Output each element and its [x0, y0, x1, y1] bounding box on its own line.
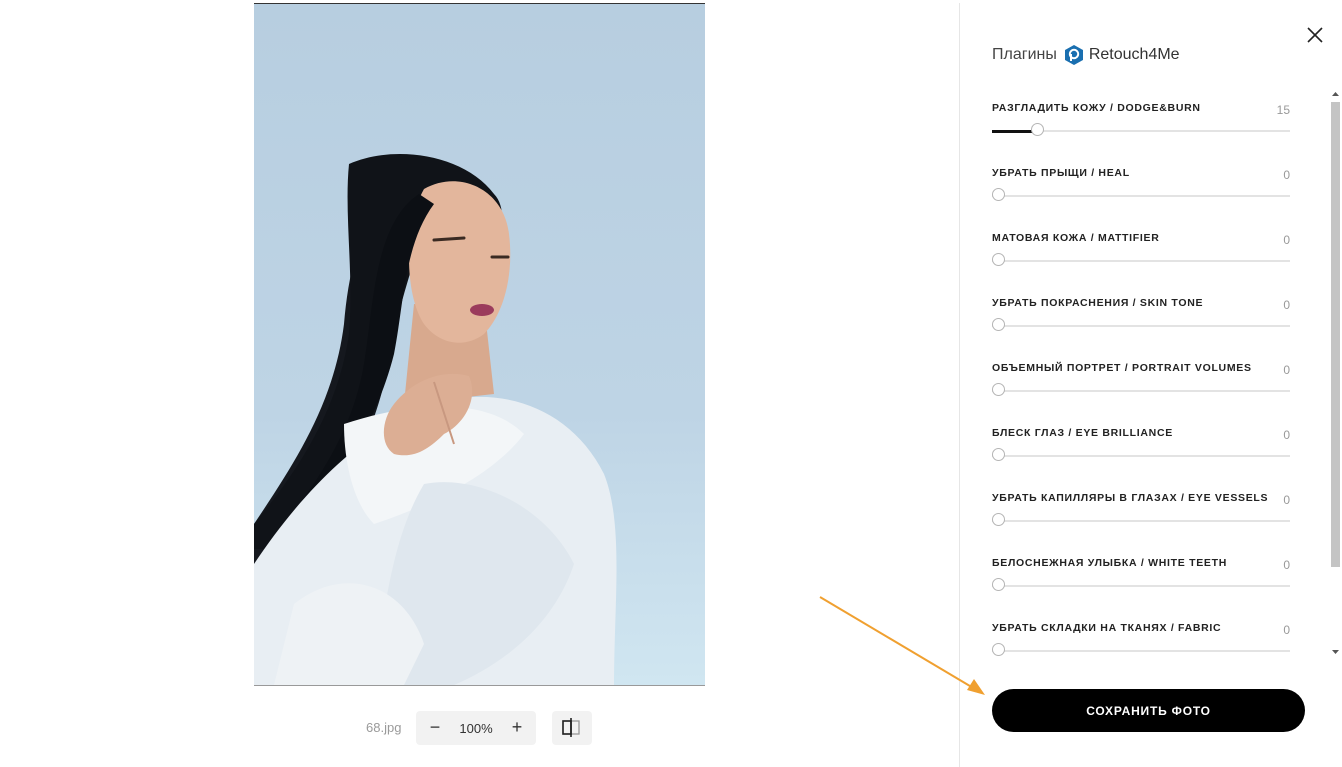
slider-value: 0	[1283, 363, 1290, 377]
slider-label: ОБЪЕМНЫЙ ПОРТРЕТ / PORTRAIT VOLUMES	[992, 362, 1252, 374]
slider-item: ОБЪЕМНЫЙ ПОРТРЕТ / PORTRAIT VOLUMES 0	[992, 356, 1290, 421]
slider-label: БЕЛОСНЕЖНАЯ УЛЫБКА / WHITE TEETH	[992, 557, 1228, 569]
slider-track[interactable]	[992, 188, 1290, 201]
slider-thumb[interactable]	[992, 578, 1005, 591]
scroll-thumb[interactable]	[1331, 102, 1340, 567]
slider-value: 0	[1283, 558, 1290, 572]
compare-button[interactable]	[552, 711, 592, 745]
zoom-level: 100%	[459, 721, 493, 736]
pointer-arrow-icon	[819, 596, 985, 695]
slider-value: 15	[1276, 103, 1290, 117]
slider-label: УБРАТЬ ПОКРАСНЕНИЯ / SKIN TONE	[992, 297, 1204, 309]
slider-item: УБРАТЬ ПОКРАСНЕНИЯ / SKIN TONE 0	[992, 291, 1290, 356]
slider-thumb[interactable]	[1030, 123, 1044, 136]
slider-track[interactable]	[992, 123, 1290, 136]
save-photo-button[interactable]: СОХРАНИТЬ ФОТО	[992, 689, 1305, 732]
compare-icon	[562, 718, 580, 737]
slider-label: УБРАТЬ ПРЫЩИ / HEAL	[992, 167, 1130, 179]
slider-thumb[interactable]	[992, 188, 1005, 201]
zoom-out-button[interactable]: −	[418, 711, 452, 745]
slider-item: УБРАТЬ ПРЫЩИ / HEAL 0	[992, 161, 1290, 226]
slider-track[interactable]	[992, 643, 1290, 656]
slider-value: 0	[1283, 428, 1290, 442]
slider-value: 0	[1283, 493, 1290, 507]
slider-track[interactable]	[992, 513, 1290, 526]
slider-thumb[interactable]	[992, 513, 1005, 526]
scroll-up-icon[interactable]	[1329, 88, 1342, 100]
slider-label: МАТОВАЯ КОЖА / MATTIFIER	[992, 232, 1160, 244]
slider-track[interactable]	[992, 448, 1290, 461]
slider-label: РАЗГЛАДИТЬ КОЖУ / DODGE&BURN	[992, 102, 1201, 114]
slider-item: УБРАТЬ СКЛАДКИ НА ТКАНЯХ / FABRIC 0	[992, 616, 1290, 681]
slider-value: 0	[1283, 298, 1290, 312]
photo-preview	[254, 3, 705, 686]
slider-value: 0	[1283, 233, 1290, 247]
close-button[interactable]	[1304, 24, 1326, 46]
zoom-control: − 100% +	[416, 711, 536, 745]
slider-item: БЕЛОСНЕЖНАЯ УЛЫБКА / WHITE TEETH 0	[992, 551, 1290, 616]
close-icon	[1307, 27, 1323, 43]
slider-track[interactable]	[992, 383, 1290, 396]
slider-label: УБРАТЬ КАПИЛЛЯРЫ В ГЛАЗАХ / EYE VESSELS	[992, 492, 1269, 504]
retouch4me-logo-icon	[1064, 45, 1083, 65]
plugin-slider-list: РАЗГЛАДИТЬ КОЖУ / DODGE&BURN 15 УБРАТЬ ПРЫ…	[992, 96, 1290, 681]
slider-item: РАЗГЛАДИТЬ КОЖУ / DODGE&BURN 15	[992, 96, 1290, 161]
slider-fill	[992, 129, 1037, 133]
slider-thumb[interactable]	[992, 318, 1005, 331]
slider-thumb[interactable]	[992, 383, 1005, 396]
slider-track[interactable]	[992, 578, 1290, 591]
panel-scrollbar[interactable]	[1329, 88, 1342, 658]
brand-name: Retouch4Me	[1088, 46, 1180, 63]
slider-value: 0	[1283, 168, 1290, 182]
slider-thumb[interactable]	[992, 643, 1005, 656]
slider-thumb[interactable]	[992, 253, 1005, 266]
panel-title: Плагины	[992, 46, 1057, 63]
slider-item: МАТОВАЯ КОЖА / MATTIFIER 0	[992, 226, 1290, 291]
slider-thumb[interactable]	[992, 448, 1005, 461]
zoom-in-button[interactable]: +	[500, 711, 534, 745]
slider-track[interactable]	[992, 318, 1290, 331]
slider-label: БЛЕСК ГЛАЗ / EYE BRILLIANCE	[992, 427, 1173, 439]
slider-track[interactable]	[992, 253, 1290, 266]
filename-label: 68.jpg	[366, 720, 402, 735]
panel-header: Плагины Retouch4Me	[992, 44, 1180, 66]
slider-label: УБРАТЬ СКЛАДКИ НА ТКАНЯХ / FABRIC	[992, 622, 1222, 634]
slider-item: БЛЕСК ГЛАЗ / EYE BRILLIANCE 0	[992, 421, 1290, 486]
portrait-image	[254, 4, 705, 685]
scroll-down-icon[interactable]	[1329, 646, 1342, 658]
slider-value: 0	[1283, 623, 1290, 637]
slider-item: УБРАТЬ КАПИЛЛЯРЫ В ГЛАЗАХ / EYE VESSELS 0	[992, 486, 1290, 551]
